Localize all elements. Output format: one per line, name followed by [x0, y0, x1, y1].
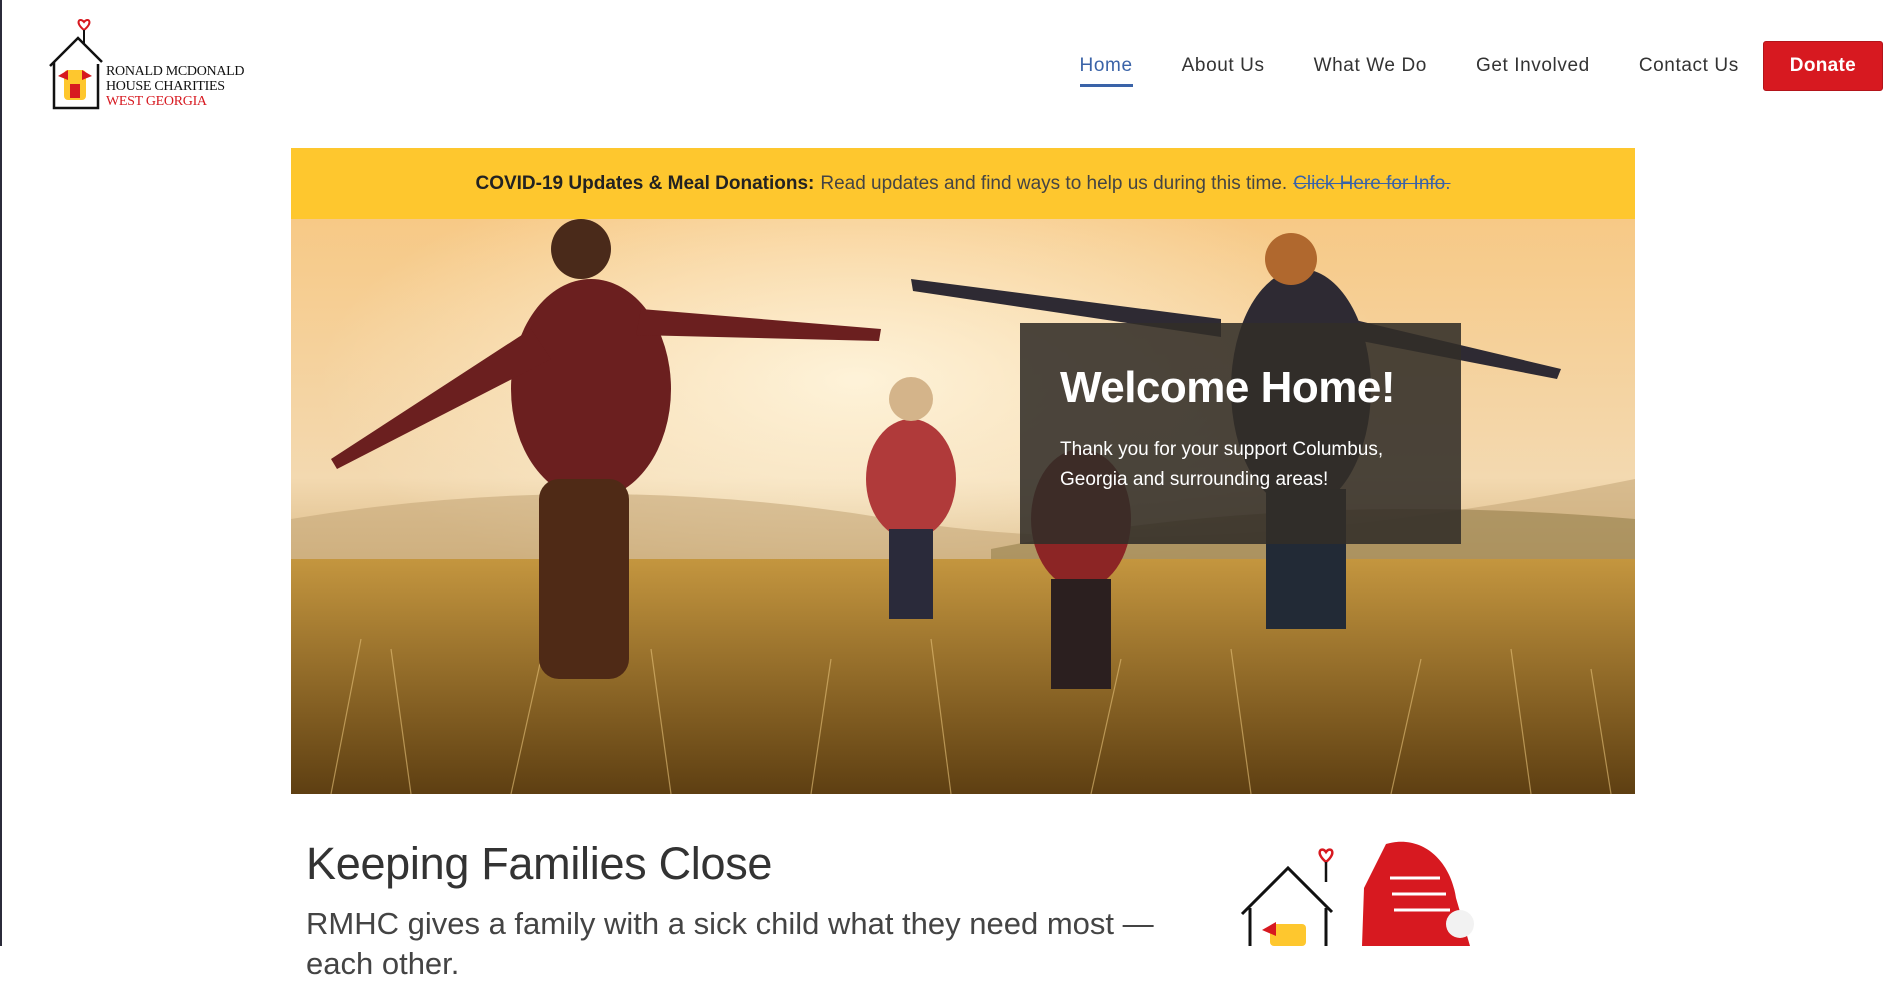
logo-line-2: HOUSE CHARITIES — [106, 79, 225, 94]
section-title: Keeping Families Close — [306, 838, 773, 889]
nav-about-us[interactable]: About Us — [1182, 45, 1265, 87]
welcome-title: Welcome Home! — [1060, 363, 1396, 412]
nav-home[interactable]: Home — [1079, 45, 1133, 87]
banner-heading: COVID-19 Updates & Meal Donations: — [475, 172, 815, 194]
covid-banner: COVID-19 Updates & Meal Donations: Read … — [291, 148, 1635, 219]
window-edge — [0, 0, 2, 946]
house-sneaker-image — [1240, 838, 1500, 946]
logo-line-3: WEST GEORGIA — [106, 94, 207, 109]
nav-get-involved[interactable]: Get Involved — [1476, 45, 1590, 87]
welcome-overlay: Welcome Home! Thank you for your support… — [1020, 323, 1461, 544]
hero-section: Welcome Home! Thank you for your support… — [291, 219, 1635, 794]
donate-button[interactable]: Donate — [1762, 41, 1883, 91]
logo-line-1: RONALD MCDONALD — [106, 64, 245, 79]
house-logo-icon — [49, 19, 103, 110]
banner-text: Read updates and find ways to help us du… — [820, 172, 1288, 194]
nav-contact-us[interactable]: Contact Us — [1639, 45, 1739, 87]
nav-what-we-do[interactable]: What We Do — [1314, 45, 1427, 87]
rmhc-logo[interactable]: RONALD MCDONALD HOUSE CHARITIES WEST GEO… — [46, 18, 246, 114]
main-nav: Home About Us What We Do Get Involved Co… — [1079, 40, 1883, 92]
banner-info-link[interactable]: Click Here for Info. — [1293, 173, 1450, 195]
section-subtitle: RMHC gives a family with a sick child wh… — [306, 906, 1154, 981]
house-sneaker-icon — [1240, 841, 1474, 946]
site-header: RONALD MCDONALD HOUSE CHARITIES WEST GEO… — [0, 0, 1903, 120]
logo-wordmark: RONALD MCDONALD HOUSE CHARITIES WEST GEO… — [106, 64, 245, 109]
welcome-text: Thank you for your support Columbus, Geo… — [1060, 439, 1384, 490]
